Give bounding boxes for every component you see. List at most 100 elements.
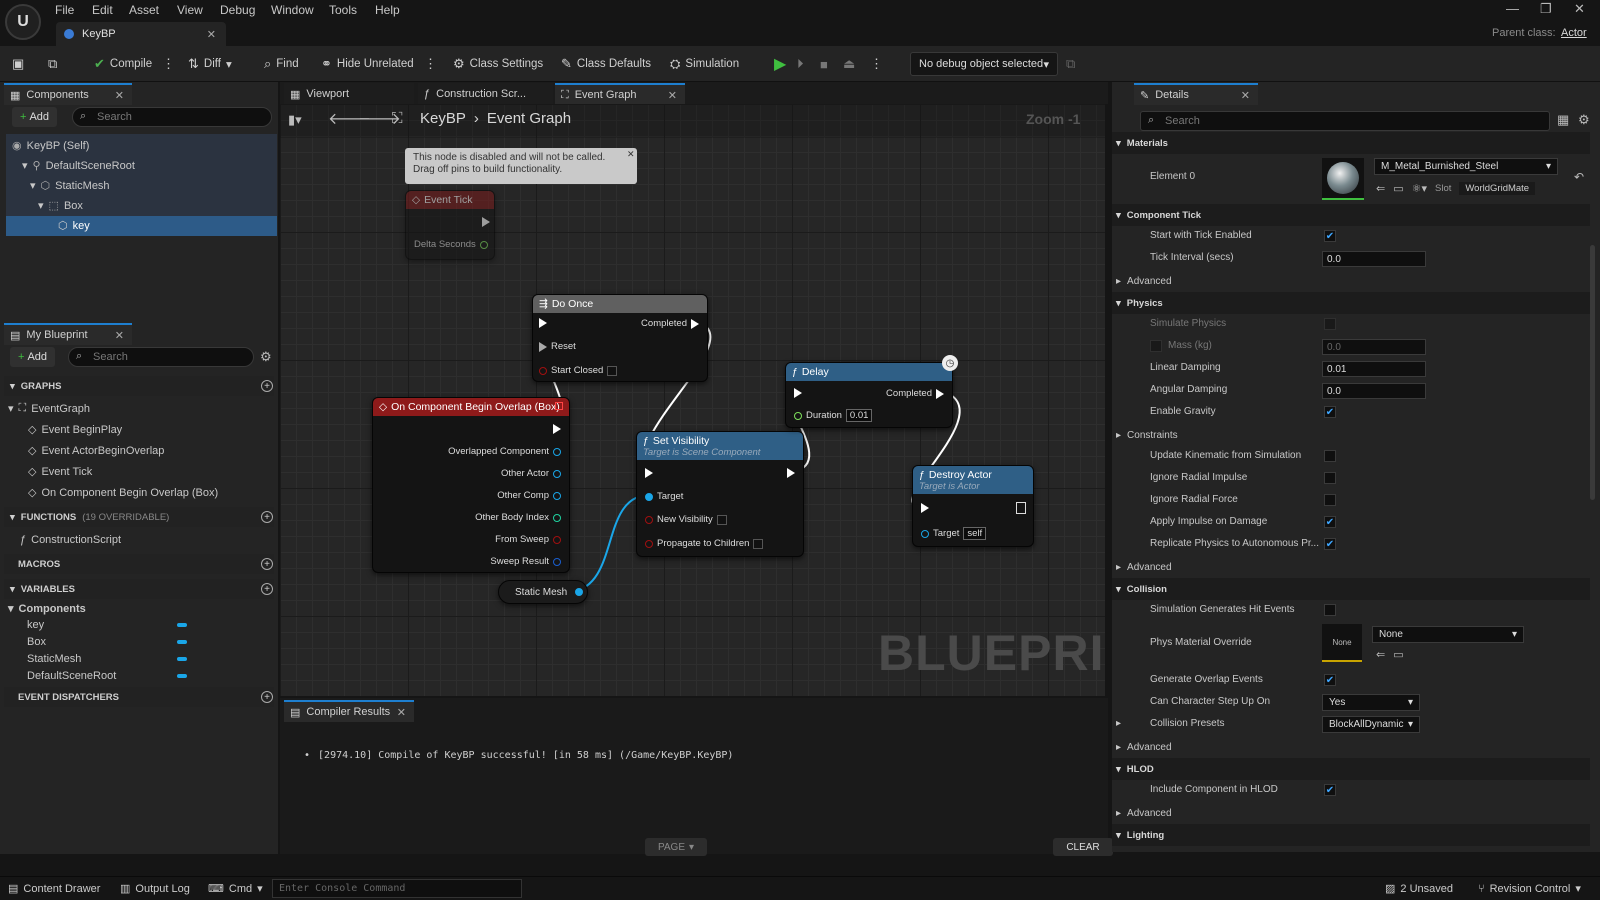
expand-arrow-icon[interactable]: ▸ bbox=[1116, 718, 1121, 729]
section-collision[interactable]: ▾ Collision bbox=[1112, 578, 1590, 600]
exec-out-pin[interactable] bbox=[787, 468, 795, 478]
event-item-component-overlap[interactable]: ◇ On Component Begin Overlap (Box) bbox=[28, 486, 218, 500]
exec-in-pin[interactable] bbox=[539, 318, 547, 328]
class-settings-button[interactable]: ⚙ Class Settings bbox=[453, 54, 543, 74]
linear-damping-input[interactable]: 0.01 bbox=[1322, 361, 1426, 377]
content-drawer-button[interactable]: ▤ Content Drawer bbox=[8, 882, 100, 896]
pin-propagate-to-children[interactable]: Propagate to Children bbox=[645, 538, 764, 549]
components-search-input[interactable]: ⌕ Search bbox=[72, 107, 272, 127]
pin-from-sweep[interactable]: From Sweep bbox=[495, 534, 561, 545]
save-icon[interactable]: ▣ bbox=[12, 54, 24, 74]
settings-gear-icon[interactable]: ⚙ bbox=[260, 349, 272, 365]
macros-section-header[interactable]: MACROS bbox=[4, 554, 274, 574]
class-defaults-button[interactable]: ✎ Class Defaults bbox=[561, 54, 651, 74]
close-icon[interactable]: ✕ bbox=[115, 329, 124, 342]
phys-material-thumbnail[interactable]: None bbox=[1322, 624, 1362, 662]
node-set-visibility[interactable]: ƒ Set Visibility Target is Scene Componen… bbox=[636, 431, 804, 557]
compiler-results-tab[interactable]: ▤ Compiler Results ✕ bbox=[284, 700, 414, 722]
section-materials[interactable]: ▾ Materials bbox=[1112, 132, 1590, 154]
unreal-logo-icon[interactable]: U bbox=[5, 4, 41, 40]
tree-item-staticmesh[interactable]: ▾ ⬡ StaticMesh bbox=[30, 179, 110, 193]
tree-item-defaultsceneroot[interactable]: ▾ ⚲ DefaultSceneRoot bbox=[22, 159, 135, 173]
tree-item-box[interactable]: ▾ ⬚ Box bbox=[38, 199, 83, 213]
details-search-input[interactable]: ⌕ Search bbox=[1140, 111, 1550, 131]
material-dropdown[interactable]: M_Metal_Burnished_Steel ▾ bbox=[1374, 158, 1558, 175]
tick-interval-input[interactable]: 0.0 bbox=[1322, 251, 1426, 267]
new-visibility-checkbox[interactable] bbox=[716, 514, 727, 525]
event-item-beginplay[interactable]: ◇ Event BeginPlay bbox=[28, 423, 122, 437]
angular-damping-input[interactable]: 0.0 bbox=[1322, 383, 1426, 399]
propagate-checkbox[interactable] bbox=[753, 538, 764, 549]
output-log-button[interactable]: ▥ Output Log bbox=[120, 882, 190, 896]
options-icon[interactable]: ⚛▾ bbox=[1412, 182, 1427, 195]
tab-viewport[interactable]: ▦ Viewport bbox=[284, 83, 414, 105]
components-tab[interactable]: ▦ Components ✕ bbox=[4, 83, 132, 105]
mass-input[interactable]: 0.0 bbox=[1322, 339, 1426, 355]
variable-item-defaultsceneroot[interactable]: DefaultSceneRoot bbox=[27, 670, 116, 682]
node-do-once[interactable]: ⇶ Do Once Completed Reset Start Closed bbox=[532, 294, 708, 382]
my-blueprint-tab[interactable]: ▤ My Blueprint ✕ bbox=[4, 323, 132, 345]
row-advanced-hlod[interactable]: ▸ Advanced bbox=[1112, 802, 1552, 824]
node-static-mesh-getter[interactable]: Static Mesh bbox=[498, 580, 588, 604]
clear-button[interactable]: CLEAR bbox=[1053, 838, 1113, 856]
exec-out-pin[interactable] bbox=[482, 217, 490, 227]
menu-tools[interactable]: Tools bbox=[329, 3, 357, 17]
more-options-icon[interactable]: ⋮ bbox=[424, 54, 437, 74]
menu-help[interactable]: Help bbox=[375, 3, 400, 17]
close-icon[interactable]: ✕ bbox=[627, 149, 635, 160]
eject-button[interactable]: ⏏ bbox=[843, 54, 855, 74]
close-tab-icon[interactable]: ✕ bbox=[207, 28, 216, 41]
page-dropdown[interactable]: PAGE ▾ bbox=[645, 838, 707, 856]
event-graph-item[interactable]: ▾ ⛶ EventGraph bbox=[8, 402, 90, 415]
pin-new-visibility[interactable]: New Visibility bbox=[645, 514, 727, 525]
compile-button[interactable]: ✔ Compile bbox=[94, 54, 152, 74]
step-button[interactable]: ⏵ bbox=[797, 54, 804, 74]
browse-folder-icon[interactable]: ▭ bbox=[1393, 648, 1403, 661]
unsaved-button[interactable]: ▨ 2 Unsaved bbox=[1385, 882, 1453, 896]
node-delay[interactable]: ƒ Delay ◷ Completed Duration 0.01 bbox=[785, 355, 958, 428]
functions-section-header[interactable]: ▾ FUNCTIONS (19 OVERRIDABLE) bbox=[4, 507, 274, 527]
pin-other-comp[interactable]: Other Comp bbox=[497, 490, 561, 501]
duration-input[interactable]: 0.01 bbox=[845, 409, 873, 422]
variable-item-key[interactable]: key bbox=[27, 619, 44, 631]
pin-completed[interactable]: Completed bbox=[641, 318, 699, 329]
section-physics[interactable]: ▾ Physics bbox=[1112, 292, 1590, 314]
close-icon[interactable]: ✕ bbox=[397, 706, 406, 719]
pin-reset[interactable]: Reset bbox=[539, 341, 576, 352]
add-component-button[interactable]: + Add bbox=[12, 107, 58, 127]
reset-to-default-icon[interactable]: ↶ bbox=[1574, 170, 1584, 184]
mass-override-checkbox[interactable] bbox=[1150, 340, 1162, 352]
close-icon[interactable]: ✕ bbox=[668, 89, 677, 102]
menu-file[interactable]: File bbox=[55, 3, 74, 17]
hide-unrelated-button[interactable]: ⚭ Hide Unrelated bbox=[321, 54, 414, 74]
exec-in-pin[interactable] bbox=[921, 503, 929, 513]
section-lighting[interactable]: ▾ Lighting bbox=[1112, 824, 1590, 846]
tree-item-key[interactable]: ⬡ key bbox=[58, 219, 90, 233]
phys-material-dropdown[interactable]: None ▾ bbox=[1372, 626, 1524, 643]
menu-debug[interactable]: Debug bbox=[220, 3, 255, 17]
exec-out-pin[interactable] bbox=[553, 424, 561, 434]
function-item-constructionscript[interactable]: ƒ ConstructionScript bbox=[20, 534, 121, 546]
variable-item-box[interactable]: Box bbox=[27, 636, 46, 648]
pin-other-body-index[interactable]: Other Body Index bbox=[475, 512, 561, 523]
node-event-tick[interactable]: ◇ Event Tick Delta Seconds bbox=[405, 190, 495, 260]
play-options-icon[interactable]: ⋮ bbox=[870, 54, 883, 74]
variables-section-header[interactable]: ▾ VARIABLES bbox=[4, 579, 274, 599]
exec-in-pin[interactable] bbox=[645, 468, 653, 478]
menu-window[interactable]: Window bbox=[271, 3, 314, 17]
delegate-pin-icon[interactable] bbox=[555, 402, 563, 410]
step-up-dropdown[interactable]: Yes ▾ bbox=[1322, 694, 1420, 711]
update-kinematic-checkbox[interactable] bbox=[1324, 450, 1336, 462]
row-advanced-tick[interactable]: ▸ Advanced bbox=[1112, 270, 1552, 292]
details-tab[interactable]: ✎ Details ✕ bbox=[1134, 83, 1258, 105]
start-closed-checkbox[interactable] bbox=[607, 365, 618, 376]
add-function-icon[interactable]: + bbox=[261, 511, 273, 523]
play-button[interactable]: ▶ bbox=[774, 54, 786, 74]
maximize-icon[interactable]: ❐ bbox=[1540, 1, 1552, 17]
browse-icon[interactable]: ⧉ bbox=[48, 54, 57, 74]
debug-filter-icon[interactable]: ⧉ bbox=[1066, 54, 1075, 74]
close-icon[interactable]: ✕ bbox=[115, 89, 124, 102]
console-command-input[interactable]: Enter Console Command bbox=[272, 879, 522, 898]
node-on-component-begin-overlap[interactable]: ◇ On Component Begin Overlap (Box) Overla… bbox=[372, 397, 570, 573]
document-tab-keybp[interactable]: KeyBP ✕ bbox=[56, 22, 226, 46]
